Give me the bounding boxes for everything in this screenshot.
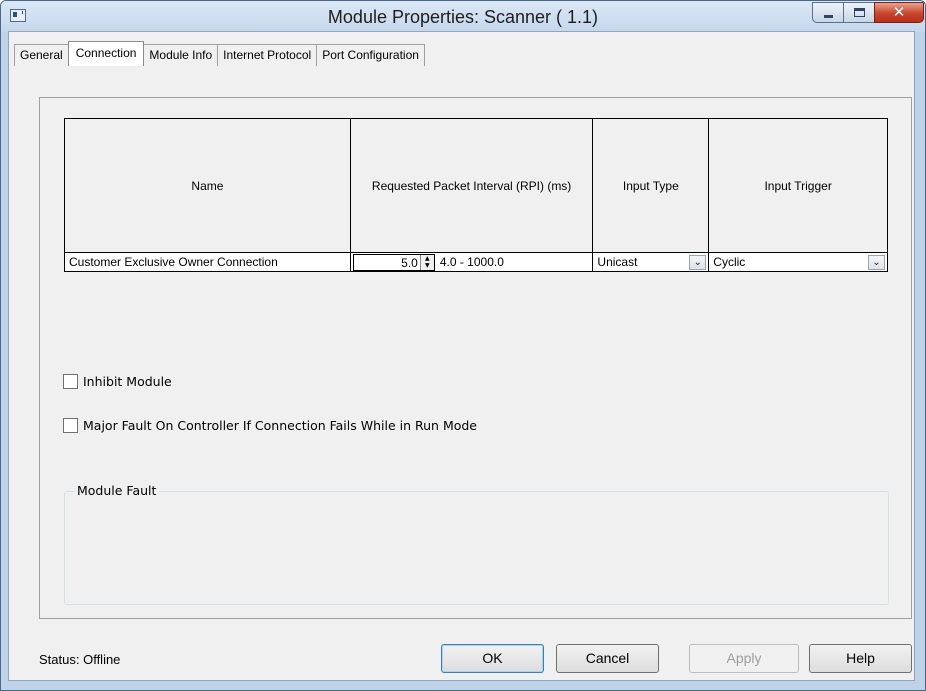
- inhibit-module-checkbox[interactable]: [63, 374, 78, 389]
- inhibit-module-checkbox-row[interactable]: Inhibit Module: [63, 374, 172, 389]
- module-fault-group: [64, 491, 889, 605]
- inhibit-module-label[interactable]: Inhibit Module: [83, 374, 172, 389]
- ok-button[interactable]: OK: [441, 644, 544, 673]
- tab-general[interactable]: General: [14, 44, 69, 66]
- rpi-stepper[interactable]: 5.0 ▲ ▼: [352, 254, 435, 271]
- status-text: Status: Offline: [39, 652, 121, 667]
- column-header-input-trigger: Input Trigger: [708, 118, 888, 253]
- title-bar[interactable]: Module Properties: Scanner ( 1.1) ✕: [1, 1, 925, 32]
- minimize-icon: [824, 15, 833, 18]
- minimize-button[interactable]: [812, 2, 844, 23]
- major-fault-checkbox[interactable]: [63, 418, 78, 433]
- column-header-input-type: Input Type: [592, 118, 710, 253]
- table-row: Customer Exclusive Owner Connection 5.0 …: [64, 252, 888, 272]
- window-controls: ✕: [812, 2, 924, 23]
- maximize-icon: [854, 8, 865, 17]
- input-type-select[interactable]: Unicast ⌄: [592, 252, 710, 272]
- apply-button[interactable]: Apply: [689, 644, 799, 673]
- connection-table: Name Requested Packet Interval (RPI) (ms…: [64, 118, 888, 272]
- module-fault-label: Module Fault: [74, 483, 160, 498]
- maximize-button[interactable]: [843, 2, 875, 23]
- tab-module-info[interactable]: Module Info: [143, 44, 219, 66]
- tab-internet-protocol[interactable]: Internet Protocol: [217, 44, 318, 66]
- chevron-down-icon[interactable]: ⌄: [868, 255, 885, 270]
- major-fault-label[interactable]: Major Fault On Controller If Connection …: [83, 418, 477, 433]
- window-title: Module Properties: Scanner ( 1.1): [327, 7, 599, 27]
- rpi-value[interactable]: 5.0: [401, 256, 418, 270]
- chevron-down-icon[interactable]: ⌄: [689, 255, 707, 270]
- connection-name-cell: Customer Exclusive Owner Connection: [64, 252, 351, 272]
- rpi-range: 4.0 - 1000.0: [439, 255, 504, 269]
- input-trigger-select[interactable]: Cyclic ⌄: [708, 252, 888, 272]
- major-fault-checkbox-row[interactable]: Major Fault On Controller If Connection …: [63, 418, 477, 433]
- close-icon: ✕: [892, 3, 906, 21]
- column-header-rpi: Requested Packet Interval (RPI) (ms): [349, 118, 594, 253]
- input-type-value: Unicast: [597, 255, 638, 269]
- cancel-button[interactable]: Cancel: [556, 644, 659, 673]
- spin-arrows-icon[interactable]: ▲ ▼: [419, 255, 434, 270]
- tab-port-configuration[interactable]: Port Configuration: [316, 44, 425, 66]
- rpi-cell: 5.0 ▲ ▼ 4.0 - 1000.0: [349, 252, 594, 272]
- close-button[interactable]: ✕: [874, 2, 924, 23]
- tab-strip: General Connection Module Info Internet …: [14, 41, 425, 66]
- input-trigger-value: Cyclic: [713, 255, 746, 269]
- tab-connection[interactable]: Connection: [67, 41, 145, 66]
- help-button[interactable]: Help: [809, 644, 912, 673]
- column-header-name: Name: [64, 118, 351, 253]
